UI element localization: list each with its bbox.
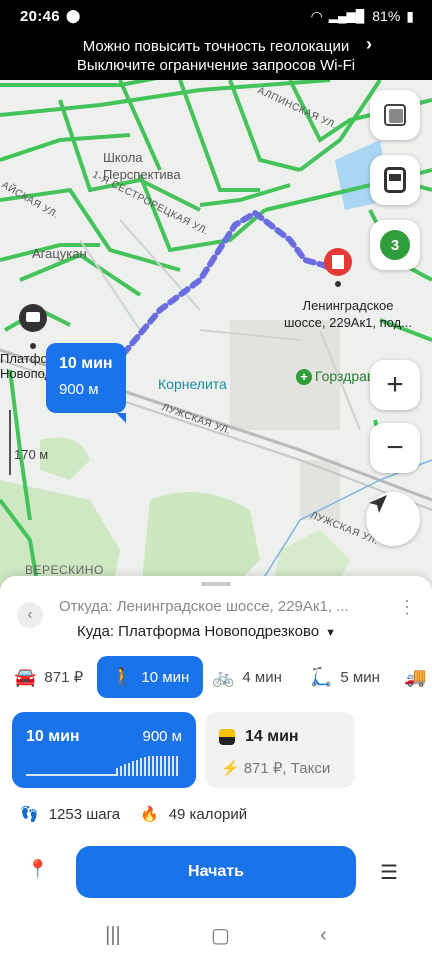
my-location-button[interactable]: [366, 492, 420, 546]
lightning-icon: ⚡: [221, 760, 240, 777]
taxi-card-time: 14 мин: [245, 728, 299, 745]
mode-walk[interactable]: 🚶 10 мин: [97, 656, 203, 698]
scale-label: 170 м: [14, 447, 49, 462]
home-icon[interactable]: ▢: [211, 923, 230, 948]
building-block: [300, 460, 340, 520]
truck-icon: 🚚: [404, 666, 427, 687]
to-field[interactable]: Куда: Платформа Новоподрезково ▼: [77, 623, 336, 640]
plus-icon: +: [386, 368, 404, 401]
layers-icon: [384, 104, 406, 126]
door-icon: [332, 255, 344, 269]
steps-stat: 👣 1253 шага: [20, 805, 121, 824]
mode-car[interactable]: 🚘 871 ₽: [14, 656, 83, 698]
status-time: 20:46: [20, 7, 60, 25]
taxi-card-price: ⚡ 871 ₽, Такси: [221, 760, 331, 777]
bubble-distance: 900 м: [59, 381, 99, 398]
transport-button[interactable]: [370, 155, 420, 205]
mode-scooter[interactable]: 🛴 5 мин: [310, 656, 380, 698]
settings-sliders-icon[interactable]: ☰: [380, 860, 398, 885]
bus-icon: [384, 167, 406, 193]
status-icons: ◠ ▂▄▆█ 81% ▮: [311, 8, 414, 25]
traffic-icon: 3: [380, 230, 410, 260]
platform-dot: [30, 343, 36, 349]
walk-icon: 🚶: [111, 666, 134, 687]
plus-icon: +: [296, 369, 312, 385]
banner-line2: Выключите ограничение запросов Wi-Fi: [76, 57, 356, 74]
layers-button[interactable]: [370, 90, 420, 140]
traffic-button[interactable]: 3: [370, 220, 420, 270]
calories-stat: 🔥 49 калорий: [140, 805, 248, 824]
zoom-out-button[interactable]: −: [370, 423, 420, 473]
signal-icon: ▂▄▆█: [328, 9, 365, 23]
destination-dot: [335, 281, 341, 287]
agatsukan-label: Агацукан: [32, 246, 87, 261]
chevron-right-icon: ›: [366, 34, 372, 54]
taxi-route-card[interactable]: 14 мин ⚡ 871 ₽, Такси: [205, 712, 355, 788]
school-label: Школа Перспектива: [103, 150, 181, 182]
from-field[interactable]: Откуда: Ленинградское шоссе, 229Ак1, ...: [59, 598, 349, 615]
sheet-handle[interactable]: [201, 582, 231, 586]
wifi-icon: ◠: [310, 7, 323, 24]
footprints-icon: 👣: [20, 806, 39, 823]
status-bar: 20:46 ⬤ ◠ ▂▄▆█ 81% ▮: [0, 0, 432, 32]
kornelita-label: Корнелита: [158, 376, 227, 392]
elevation-profile: [26, 756, 178, 776]
car-icon: 🚘: [14, 666, 37, 687]
minus-icon: −: [386, 431, 404, 464]
flame-icon: 🔥: [140, 806, 159, 823]
route-bubble[interactable]: 10 мин 900 м: [46, 343, 126, 423]
walk-card-time: 10 мин: [26, 728, 80, 745]
vereskino-label: ВЕРЕСКИНО: [25, 563, 104, 577]
chevron-left-icon: ‹: [27, 606, 33, 623]
dropdown-icon: ▼: [325, 627, 336, 639]
battery-icon: ▮: [406, 7, 414, 24]
scooter-icon: 🛴: [310, 666, 333, 687]
back-button[interactable]: ‹: [17, 602, 43, 628]
add-place-icon[interactable]: 📍: [24, 859, 52, 887]
recents-icon[interactable]: |||: [105, 924, 121, 947]
train-icon: [26, 312, 40, 322]
location-icon: ⬤: [65, 8, 81, 23]
navigation-arrow-icon: [369, 495, 387, 513]
zoom-in-button[interactable]: +: [370, 360, 420, 410]
gorzdrav-label: + Горздрав: [296, 368, 374, 385]
bubble-time: 10 мин: [59, 355, 113, 372]
battery-percent: 81%: [372, 8, 401, 24]
map-view[interactable]: Школа Перспектива Агацукан Ленинградское…: [0, 80, 432, 600]
more-options-icon[interactable]: ⋮: [398, 598, 416, 616]
mode-truck[interactable]: 🚚: [404, 656, 432, 698]
start-button[interactable]: Начать: [76, 846, 356, 898]
back-icon[interactable]: ‹: [320, 924, 327, 947]
destination-label: Ленинградское шоссе, 229Ак1, под...: [284, 298, 413, 330]
geolocation-banner[interactable]: Можно повысить точность геолокации Выклю…: [0, 32, 432, 80]
route-sheet: ‹ Откуда: Ленинградское шоссе, 229Ак1, .…: [0, 576, 432, 910]
walk-card-distance: 900 м: [142, 728, 182, 745]
walk-route-card[interactable]: 10 мин 900 м: [12, 712, 196, 788]
bike-icon: 🚲: [212, 666, 235, 687]
mode-bike[interactable]: 🚲 4 мин: [212, 656, 282, 698]
system-nav-bar: ||| ▢ ‹: [0, 910, 432, 960]
taxi-logo-icon: [219, 729, 235, 745]
